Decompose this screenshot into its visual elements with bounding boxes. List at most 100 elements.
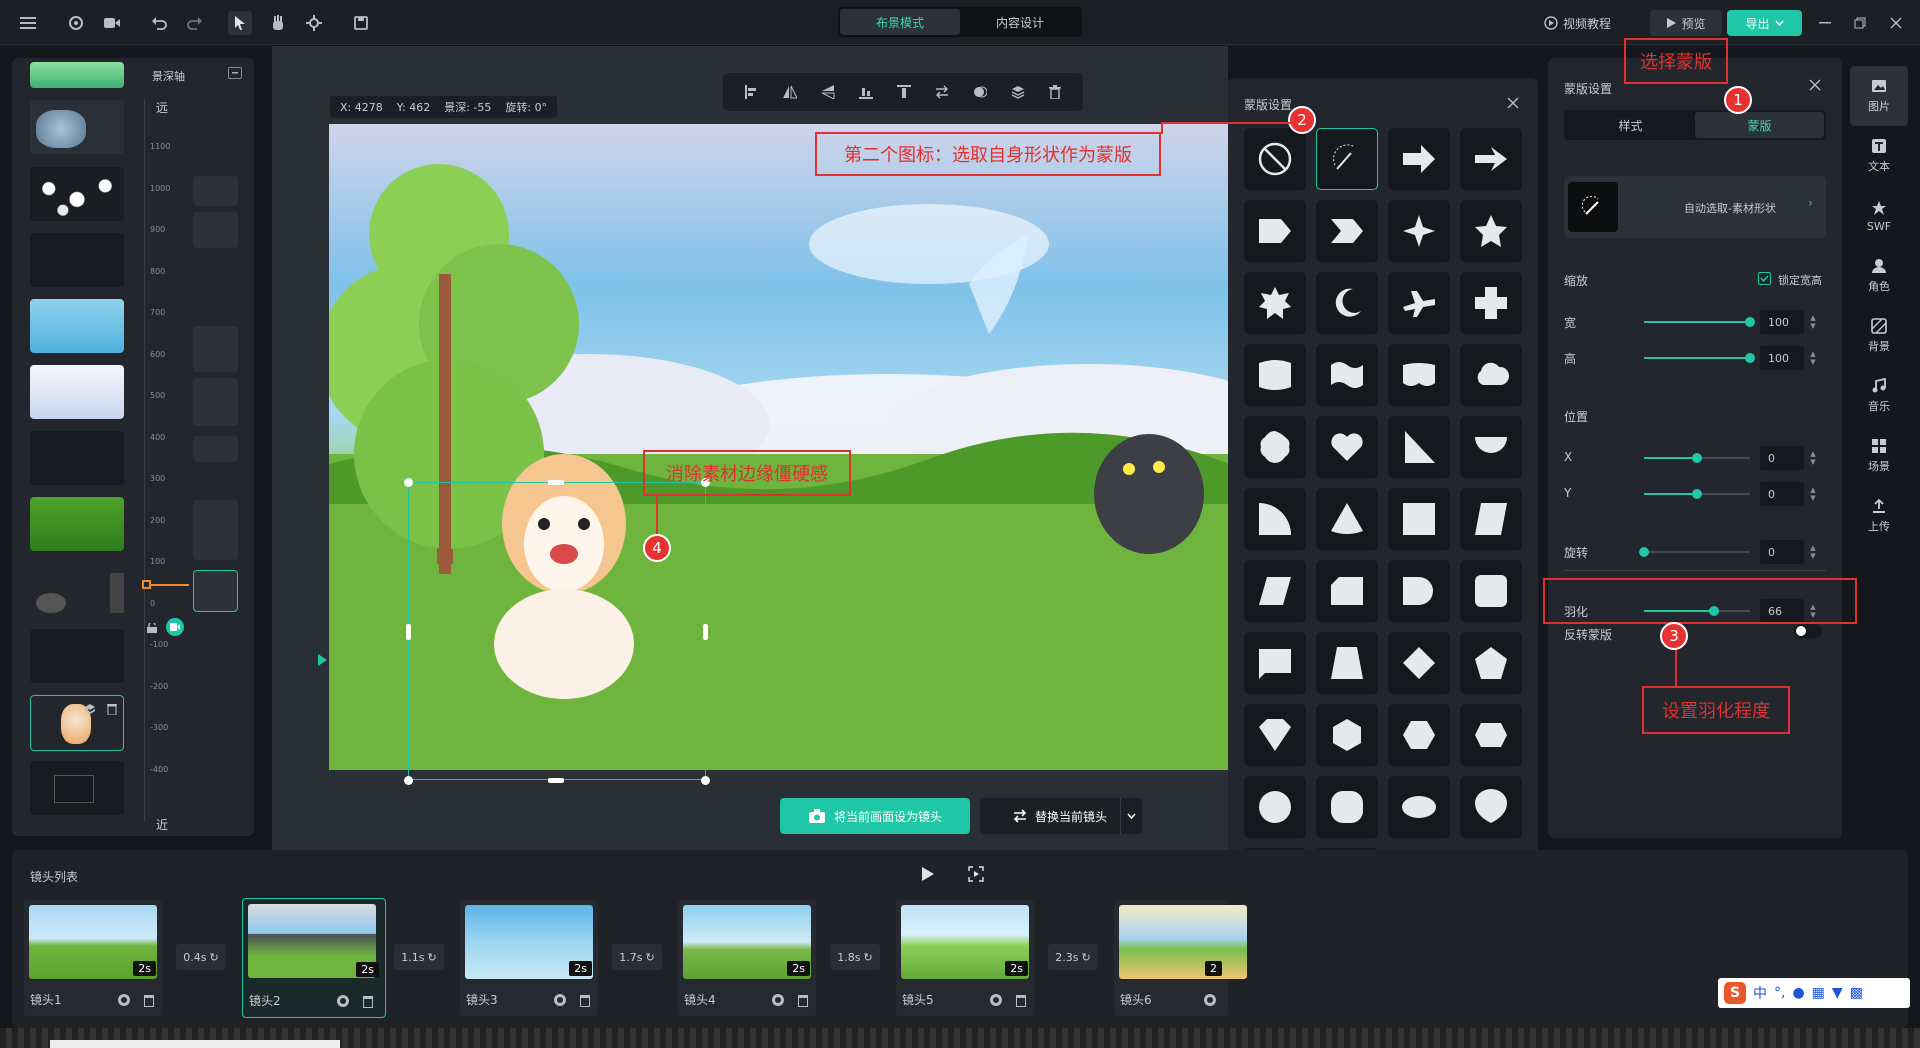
mask-shape-icon[interactable] xyxy=(1244,488,1306,550)
collapse-icon[interactable] xyxy=(228,67,242,79)
camera-settings-icon[interactable] xyxy=(118,994,130,1006)
depth-handle[interactable] xyxy=(142,580,151,589)
mask-shape-icon[interactable] xyxy=(1388,632,1450,694)
layer-thumb[interactable] xyxy=(30,167,124,221)
chevron-up-icon[interactable]: ▲ xyxy=(1810,544,1815,552)
frame-play-icon[interactable] xyxy=(966,864,986,884)
chevron-up-icon[interactable]: ▲ xyxy=(1810,486,1815,494)
depth-layer-marker-selected[interactable] xyxy=(193,570,238,612)
mask-shape-icon[interactable] xyxy=(1244,416,1306,478)
mask-shape-icon[interactable] xyxy=(1460,128,1522,190)
x-slider[interactable] xyxy=(1644,453,1750,463)
layer-thumb[interactable] xyxy=(30,100,124,154)
slider-knob[interactable] xyxy=(1745,353,1755,363)
toolbox-icon[interactable]: ▩ xyxy=(1850,985,1863,1001)
camera-delete-icon[interactable] xyxy=(363,996,373,1008)
mask-shape-icon[interactable] xyxy=(1316,560,1378,622)
resize-handle[interactable] xyxy=(548,480,564,485)
mask-shape-icon[interactable] xyxy=(1388,776,1450,838)
mask-shape-self-icon[interactable] xyxy=(1316,128,1378,190)
layer-thumb[interactable] xyxy=(30,497,124,551)
chevron-up-icon[interactable]: ▲ xyxy=(1810,350,1815,358)
mask-shape-icon[interactable] xyxy=(1316,200,1378,262)
nav-item-6[interactable]: 场景 xyxy=(1850,426,1908,486)
ime-language[interactable]: 中 xyxy=(1753,983,1767,1003)
nav-item-3[interactable]: 角色 xyxy=(1850,246,1908,306)
tab-mask[interactable]: 蒙版 xyxy=(1695,112,1824,138)
mask-shape-icon[interactable] xyxy=(1244,560,1306,622)
mask-shape-icon[interactable] xyxy=(1388,128,1450,190)
close-icon[interactable] xyxy=(1808,78,1822,92)
close-window-icon[interactable] xyxy=(1884,11,1908,35)
camera-settings-icon[interactable] xyxy=(772,994,784,1006)
microphone-icon[interactable]: ● xyxy=(1792,985,1804,1001)
tab-layout-mode[interactable]: 布景模式 xyxy=(840,9,960,35)
height-input[interactable]: 100 xyxy=(1760,346,1804,370)
layer-thumb[interactable] xyxy=(30,233,124,287)
mask-shape-icon[interactable] xyxy=(1460,200,1522,262)
mask-shape-icon[interactable] xyxy=(1316,632,1378,694)
mask-shape-icon[interactable] xyxy=(1388,560,1450,622)
mask-shape-icon[interactable] xyxy=(1388,488,1450,550)
layer-thumb[interactable] xyxy=(30,629,124,683)
slider-knob[interactable] xyxy=(1692,453,1702,463)
camera-delete-icon[interactable] xyxy=(580,995,590,1007)
camera-item[interactable]: 2s 镜头2 xyxy=(242,898,386,1018)
mask-shape-icon[interactable] xyxy=(1316,776,1378,838)
video-tutorial-link[interactable]: 视频教程 xyxy=(1544,12,1611,34)
layer-thumb[interactable] xyxy=(30,62,124,88)
save-icon[interactable] xyxy=(349,11,373,35)
layer-thumb-selected[interactable] xyxy=(30,695,124,751)
nav-item-7[interactable]: 上传 xyxy=(1850,486,1908,546)
mask-shape-icon[interactable] xyxy=(1460,416,1522,478)
minimize-icon[interactable] xyxy=(1813,11,1837,35)
mask-shape-none-icon[interactable] xyxy=(1244,128,1306,190)
flip-horizontal-icon[interactable] xyxy=(783,85,797,99)
layers-icon[interactable] xyxy=(1011,85,1025,99)
y-slider[interactable] xyxy=(1644,489,1750,499)
lock-ratio-checkbox[interactable] xyxy=(1758,272,1771,285)
mask-shape-icon[interactable] xyxy=(1244,344,1306,406)
nav-item-5[interactable]: 音乐 xyxy=(1850,366,1908,426)
resize-handle[interactable] xyxy=(703,624,708,640)
mask-shape-icon[interactable] xyxy=(1460,632,1522,694)
transition-item[interactable]: 0.4s ↻ xyxy=(176,944,226,970)
depth-layer-marker[interactable] xyxy=(193,212,238,248)
camera-delete-icon[interactable] xyxy=(1016,995,1026,1007)
align-top-icon[interactable] xyxy=(897,85,911,99)
mask-shape-icon[interactable] xyxy=(1388,200,1450,262)
camera-item[interactable]: 2 镜头6 xyxy=(1114,900,1247,1016)
restore-icon[interactable] xyxy=(1848,11,1872,35)
mask-shape-icon[interactable] xyxy=(1244,632,1306,694)
width-slider[interactable] xyxy=(1644,317,1755,327)
set-as-camera-button[interactable]: 将当前画面设为镜头 xyxy=(780,798,970,834)
keyboard-icon[interactable]: ▦ xyxy=(1812,985,1825,1001)
camera-delete-icon[interactable] xyxy=(798,995,808,1007)
rotate-input[interactable]: 0 xyxy=(1760,540,1804,564)
chevron-down-icon[interactable]: ▼ xyxy=(1810,358,1815,366)
mask-shape-icon[interactable] xyxy=(1460,344,1522,406)
layer-thumb[interactable] xyxy=(30,761,124,815)
mask-shape-icon[interactable] xyxy=(1316,416,1378,478)
width-input[interactable]: 100 xyxy=(1760,310,1804,334)
camera-item[interactable]: 2s 镜头5 xyxy=(896,900,1034,1016)
resize-handle[interactable] xyxy=(548,778,564,783)
mask-shape-icon[interactable] xyxy=(1244,272,1306,334)
depth-layer-marker[interactable] xyxy=(193,378,238,426)
mask-shape-icon[interactable] xyxy=(1316,272,1378,334)
layer-thumb[interactable] xyxy=(30,365,124,419)
transition-item[interactable]: 1.7s ↻ xyxy=(612,944,662,970)
lock-icon[interactable] xyxy=(146,622,158,634)
layer-visibility-icon[interactable] xyxy=(83,702,97,716)
depth-layer-marker[interactable] xyxy=(193,176,238,206)
export-button[interactable]: 导出 xyxy=(1727,10,1802,36)
mask-shape-icon[interactable] xyxy=(1460,272,1522,334)
camera-item[interactable]: 2s 镜头1 xyxy=(24,900,162,1016)
mask-shape-icon[interactable] xyxy=(1460,560,1522,622)
height-stepper[interactable]: ▲ ▼ xyxy=(1806,346,1820,370)
select-tool-icon[interactable] xyxy=(228,11,252,35)
redo-icon[interactable] xyxy=(183,11,207,35)
rotate-slider[interactable] xyxy=(1639,547,1750,557)
mask-shape-icon[interactable] xyxy=(1460,776,1522,838)
mask-shape-icon[interactable] xyxy=(1244,776,1306,838)
